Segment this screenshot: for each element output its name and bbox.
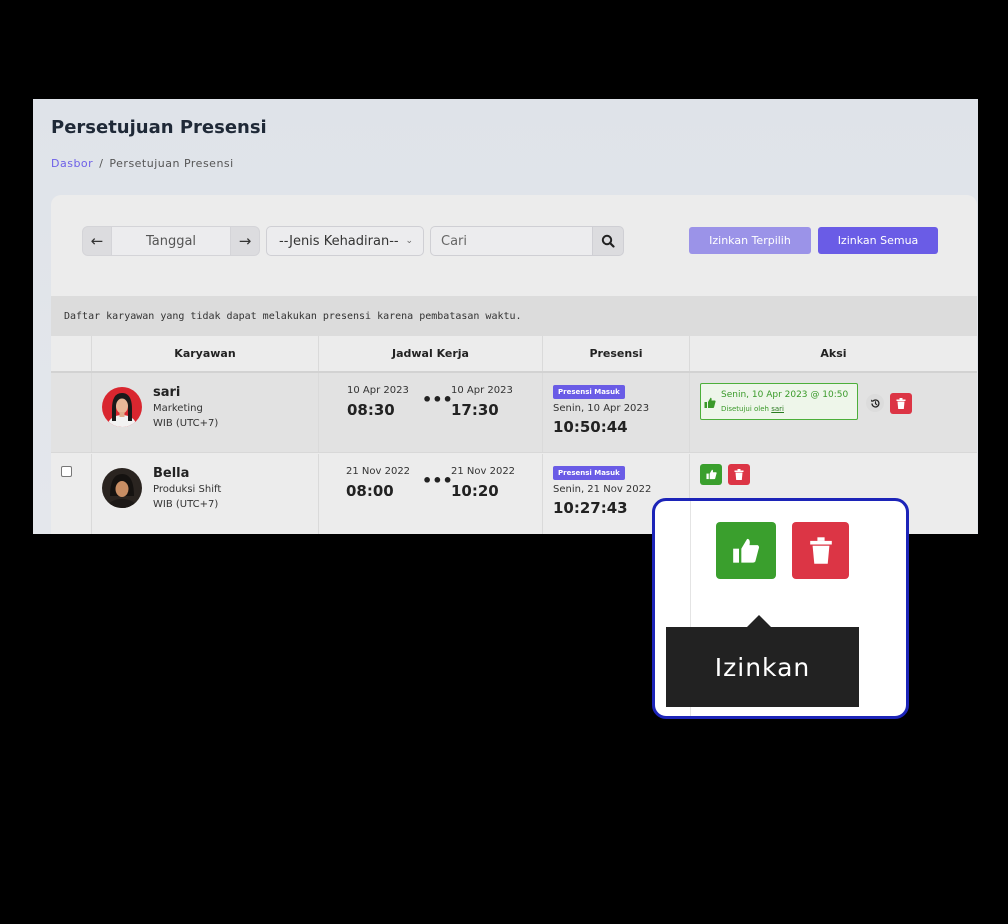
presence-date: Senin, 10 Apr 2023 xyxy=(553,403,650,414)
search-input[interactable]: Cari xyxy=(430,226,592,256)
filter-toolbar: ← Tanggal → --Jenis Kehadiran-- ⌄ Cari xyxy=(82,226,624,256)
presence-time: 10:50:44 xyxy=(553,418,628,436)
date-input[interactable]: Tanggal xyxy=(112,226,230,256)
approve-tooltip: Izinkan xyxy=(666,627,859,707)
header-schedule: Jadwal Kerja xyxy=(319,336,543,371)
breadcrumb-current: Persetujuan Presensi xyxy=(109,157,234,170)
header-employee: Karyawan xyxy=(92,336,319,371)
table-row: sari Marketing WIB (UTC+7) 10 Apr 2023 0… xyxy=(51,373,977,453)
header-presence: Presensi xyxy=(543,336,690,371)
tooltip-arrow xyxy=(747,615,771,627)
zoom-callout: Izinkan xyxy=(652,498,909,719)
presence-badge: Presensi Masuk xyxy=(553,385,625,399)
employee-cell: sari Marketing WIB (UTC+7) xyxy=(92,373,319,452)
page-title: Persetujuan Presensi xyxy=(51,117,267,138)
breadcrumb-home-link[interactable]: Dasbor xyxy=(51,157,93,170)
row-select-cell xyxy=(51,373,92,452)
delete-button[interactable] xyxy=(890,393,912,414)
header-actions: Aksi xyxy=(820,347,847,360)
table-header: Karyawan Jadwal Kerja Presensi Aksi xyxy=(51,336,977,373)
employee-department: Produksi Shift xyxy=(153,484,222,495)
search-button[interactable] xyxy=(592,226,624,256)
avatar xyxy=(102,468,142,508)
approved-datetime: Senin, 10 Apr 2023 @ 10:50 xyxy=(721,390,849,400)
chevron-down-icon: ⌄ xyxy=(405,236,413,246)
schedule-start-date: 10 Apr 2023 xyxy=(347,385,409,396)
approved-by-prefix: Disetujui oleh xyxy=(721,405,769,413)
schedule-separator: ••• xyxy=(422,390,453,409)
row-select-cell xyxy=(51,454,92,534)
approve-selected-button[interactable]: Izinkan Terpilih xyxy=(689,227,811,254)
approve-button-zoomed[interactable] xyxy=(716,522,776,579)
schedule-end-time: 10:20 xyxy=(451,482,499,500)
schedule-separator: ••• xyxy=(422,471,453,490)
approved-by-user-link[interactable]: sari xyxy=(771,405,784,413)
prev-date-button[interactable]: ← xyxy=(82,226,112,256)
schedule-start-time: 08:30 xyxy=(347,401,395,419)
approved-status-box: Senin, 10 Apr 2023 @ 10:50 Disetujui ole… xyxy=(700,383,858,420)
approve-all-button[interactable]: Izinkan Semua xyxy=(818,227,938,254)
approve-button[interactable] xyxy=(700,464,722,485)
schedule-cell: 21 Nov 2022 08:00 ••• 21 Nov 2022 10:20 xyxy=(319,454,543,534)
schedule-cell: 10 Apr 2023 08:30 ••• 10 Apr 2023 17:30 xyxy=(319,373,543,452)
search-icon xyxy=(601,234,615,248)
schedule-end-time: 17:30 xyxy=(451,401,499,419)
employee-department: Marketing xyxy=(153,403,203,414)
arrow-right-icon: → xyxy=(238,232,252,250)
schedule-start-date: 21 Nov 2022 xyxy=(346,466,411,477)
employee-timezone: WIB (UTC+7) xyxy=(153,418,219,429)
trash-icon xyxy=(734,469,744,480)
presence-time: 10:27:43 xyxy=(553,499,628,517)
thumbs-up-icon xyxy=(704,397,716,408)
history-button[interactable] xyxy=(866,394,884,412)
history-icon xyxy=(870,398,880,408)
header-select-col xyxy=(51,336,92,371)
schedule-end-date: 21 Nov 2022 xyxy=(451,466,516,477)
employee-cell: Bella Produksi Shift WIB (UTC+7) xyxy=(92,454,319,534)
notice-text: Daftar karyawan yang tidak dapat melakuk… xyxy=(51,296,977,336)
thumbs-up-icon xyxy=(705,469,717,480)
avatar xyxy=(102,387,142,427)
presence-date: Senin, 21 Nov 2022 xyxy=(553,484,652,495)
row-checkbox[interactable] xyxy=(61,466,72,477)
breadcrumb-separator: / xyxy=(99,157,104,170)
app-screen: Persetujuan Presensi Dasbor / Persetujua… xyxy=(33,99,978,534)
approved-by: Disetujui oleh sari xyxy=(721,405,784,413)
trash-icon xyxy=(809,537,832,564)
schedule-start-time: 08:00 xyxy=(346,482,394,500)
breadcrumb: Dasbor / Persetujuan Presensi xyxy=(51,157,234,170)
presence-cell: Presensi Masuk Senin, 10 Apr 2023 10:50:… xyxy=(543,373,690,452)
schedule-end-date: 10 Apr 2023 xyxy=(451,385,513,396)
trash-icon xyxy=(896,398,906,409)
arrow-left-icon: ← xyxy=(90,232,104,250)
next-date-button[interactable]: → xyxy=(230,226,260,256)
presence-badge: Presensi Masuk xyxy=(553,466,625,480)
employee-name[interactable]: sari xyxy=(153,385,180,400)
delete-button[interactable] xyxy=(728,464,750,485)
thumbs-up-icon xyxy=(733,538,760,563)
approval-card: ← Tanggal → --Jenis Kehadiran-- ⌄ Cari I… xyxy=(51,195,977,534)
delete-button-zoomed[interactable] xyxy=(792,522,849,579)
attendance-type-value: --Jenis Kehadiran-- xyxy=(279,233,399,249)
employee-name[interactable]: Bella xyxy=(153,466,189,481)
employee-timezone: WIB (UTC+7) xyxy=(153,499,219,510)
attendance-type-select[interactable]: --Jenis Kehadiran-- ⌄ xyxy=(266,226,424,256)
actions-cell: Senin, 10 Apr 2023 @ 10:50 Disetujui ole… xyxy=(690,373,977,452)
